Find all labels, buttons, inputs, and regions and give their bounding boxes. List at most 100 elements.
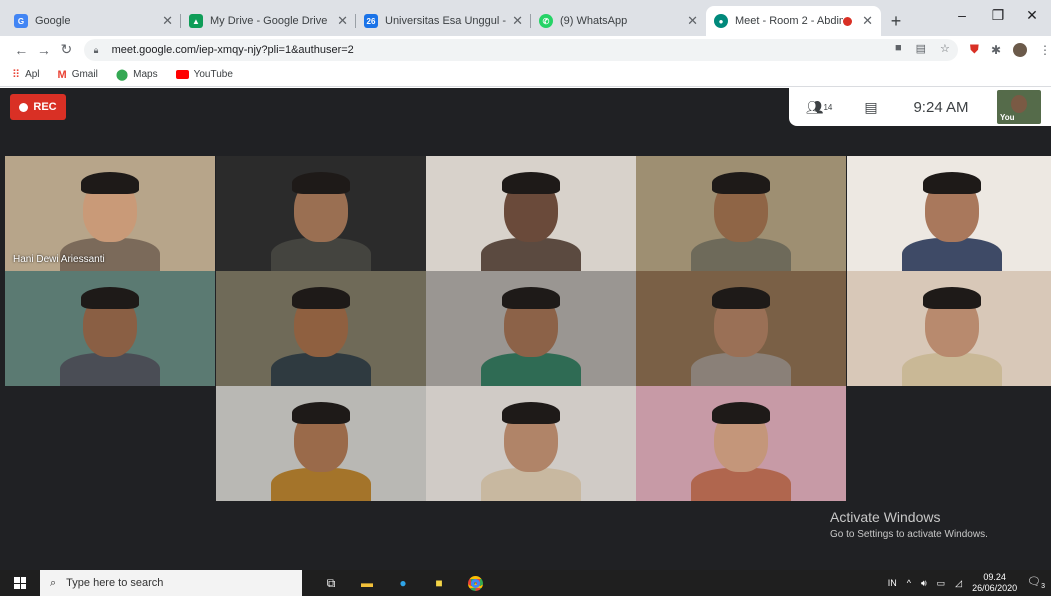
participants-button[interactable]: 👥︎ 14	[789, 99, 849, 116]
translate-icon[interactable]: ▤	[916, 42, 926, 55]
participant-tile[interactable]	[426, 271, 636, 386]
participant-body	[902, 353, 1002, 386]
participant-tile[interactable]	[426, 386, 636, 501]
participant-body	[691, 353, 791, 386]
lock-icon: 🔒︎	[93, 44, 99, 55]
close-tab-icon[interactable]: ✕	[162, 13, 173, 29]
participant-hair	[923, 287, 981, 309]
bookmark-label: Maps	[133, 69, 158, 80]
recording-indicator-icon	[843, 16, 853, 26]
new-tab-button[interactable]: +	[881, 6, 911, 36]
tab-google[interactable]: G Google ✕	[6, 6, 181, 36]
menu-dots-icon[interactable]: ⋮	[1039, 43, 1051, 57]
taskbar-time: 09.24	[983, 572, 1006, 582]
chrome-icon[interactable]	[462, 572, 488, 594]
close-tab-icon[interactable]: ✕	[512, 13, 523, 29]
participant-hair	[923, 172, 981, 194]
participant-tile[interactable]	[636, 386, 846, 501]
self-view-tile[interactable]: You	[997, 90, 1041, 124]
tab-title: (9) WhatsApp	[560, 15, 628, 27]
volume-icon[interactable]: 🔊︎	[921, 578, 927, 589]
address-bar[interactable]: 🔒︎ meet.google.com/iep-xmqy-njy?pli=1&au…	[83, 38, 958, 61]
meeting-clock: 9:24 AM	[913, 98, 969, 116]
participant-tile[interactable]	[426, 156, 636, 271]
meet-favicon-icon: ●	[714, 14, 728, 28]
edge-browser-icon[interactable]: ●	[390, 572, 416, 594]
tab-whatsapp[interactable]: ✆ (9) WhatsApp ✕	[531, 6, 706, 36]
task-view-icon[interactable]: ⧉	[318, 572, 344, 594]
participant-tile[interactable]: Hani Dewi Ariessanti	[5, 156, 215, 271]
file-explorer-icon[interactable]: ▬	[354, 572, 380, 594]
bookmark-gmail[interactable]: M Gmail	[58, 69, 98, 81]
bookmark-label: YouTube	[193, 69, 233, 80]
record-dot-icon	[19, 102, 29, 112]
gmail-icon: M	[57, 68, 67, 81]
taskbar-search[interactable]: ⌕ Type here to search	[40, 570, 302, 596]
bookmark-youtube[interactable]: YouTube	[175, 69, 233, 80]
participant-body	[271, 238, 371, 271]
participant-tile[interactable]	[847, 271, 1051, 386]
windows-logo-icon	[14, 577, 26, 589]
chevron-up-icon[interactable]: ^	[907, 578, 911, 588]
taskbar-clock[interactable]: 09.24 26/06/2020	[972, 572, 1017, 594]
meet-top-bar: 👥︎ 14 ▤ 9:24 AM You	[789, 88, 1051, 126]
extensions-puzzle-icon[interactable]: ✱	[991, 43, 1001, 57]
tab-strip: G Google ✕ ▲ My Drive - Google Drive ✕ 2…	[0, 0, 1051, 36]
participant-count: 14	[823, 102, 833, 112]
participant-hair	[292, 287, 350, 309]
tab-meet[interactable]: ● Meet - Room 2 - Abdima ✕	[706, 6, 881, 36]
participant-hair	[502, 402, 560, 424]
notification-center-icon[interactable]: 🗨︎3	[1027, 575, 1045, 590]
reload-icon[interactable]: ↻	[55, 38, 78, 62]
sticky-notes-icon[interactable]: ■	[426, 572, 452, 594]
tab-calendar[interactable]: 26 Universitas Esa Unggul - Calen ✕	[356, 6, 531, 36]
screen: G Google ✕ ▲ My Drive - Google Drive ✕ 2…	[0, 0, 1051, 596]
bookmark-apps[interactable]: ⠿ Apl	[12, 68, 40, 81]
search-placeholder: Type here to search	[66, 577, 164, 589]
close-tab-icon[interactable]: ✕	[337, 13, 348, 29]
participant-tile[interactable]	[216, 386, 426, 501]
participant-tile[interactable]	[216, 271, 426, 386]
participant-hair	[502, 172, 560, 194]
back-arrow-icon[interactable]: ←	[10, 38, 33, 62]
self-face	[1011, 95, 1027, 113]
profile-avatar-icon[interactable]	[1013, 42, 1027, 57]
whatsapp-favicon-icon: ✆	[539, 14, 553, 28]
url-text: meet.google.com/iep-xmqy-njy?pli=1&authu…	[111, 43, 354, 56]
participant-body	[902, 238, 1002, 271]
self-label: You	[1000, 113, 1015, 122]
participant-tile[interactable]	[5, 271, 215, 386]
recording-button[interactable]: REC	[10, 94, 66, 120]
start-button[interactable]	[0, 570, 40, 596]
bookmark-label: Apl	[25, 69, 40, 80]
bookmark-maps[interactable]: ⬤ Maps	[116, 68, 158, 81]
participant-hair	[292, 172, 350, 194]
windows-taskbar: ⌕ Type here to search ⧉ ▬ ● ■ IN ^ 🔊︎ ▭ …	[0, 570, 1051, 596]
forward-arrow-icon[interactable]: →	[33, 38, 56, 62]
extension-shield-icon[interactable]: ⛊	[970, 42, 979, 57]
close-tab-icon[interactable]: ✕	[862, 13, 873, 29]
camera-icon[interactable]: ■	[895, 42, 902, 55]
wifi-icon[interactable]: ◿	[955, 578, 962, 589]
chat-button[interactable]: ▤	[849, 99, 893, 116]
participant-tile[interactable]	[847, 156, 1051, 271]
meet-call-area: REC 👥︎ 14 ▤ 9:24 AM You Hani Dewi Ariessa…	[0, 88, 1051, 570]
participant-tile[interactable]	[636, 156, 846, 271]
tab-title: Universitas Esa Unggul - Calen	[385, 15, 508, 27]
participant-body	[481, 238, 581, 271]
star-icon[interactable]: ☆	[940, 42, 950, 55]
participant-tile[interactable]	[636, 271, 846, 386]
participant-body	[271, 468, 371, 501]
battery-icon[interactable]: ▭	[937, 578, 946, 589]
close-window-button[interactable]: ✕	[1010, 0, 1051, 30]
tab-title: My Drive - Google Drive	[210, 15, 328, 27]
notification-count: 3	[1041, 583, 1045, 591]
tab-drive[interactable]: ▲ My Drive - Google Drive ✕	[181, 6, 356, 36]
input-language[interactable]: IN	[888, 578, 897, 588]
participant-body	[481, 353, 581, 386]
close-tab-icon[interactable]: ✕	[687, 13, 698, 29]
watermark-title: Activate Windows	[830, 509, 941, 525]
participant-body	[691, 238, 791, 271]
participant-name: Hani Dewi Ariessanti	[13, 254, 105, 265]
participant-tile[interactable]	[216, 156, 426, 271]
